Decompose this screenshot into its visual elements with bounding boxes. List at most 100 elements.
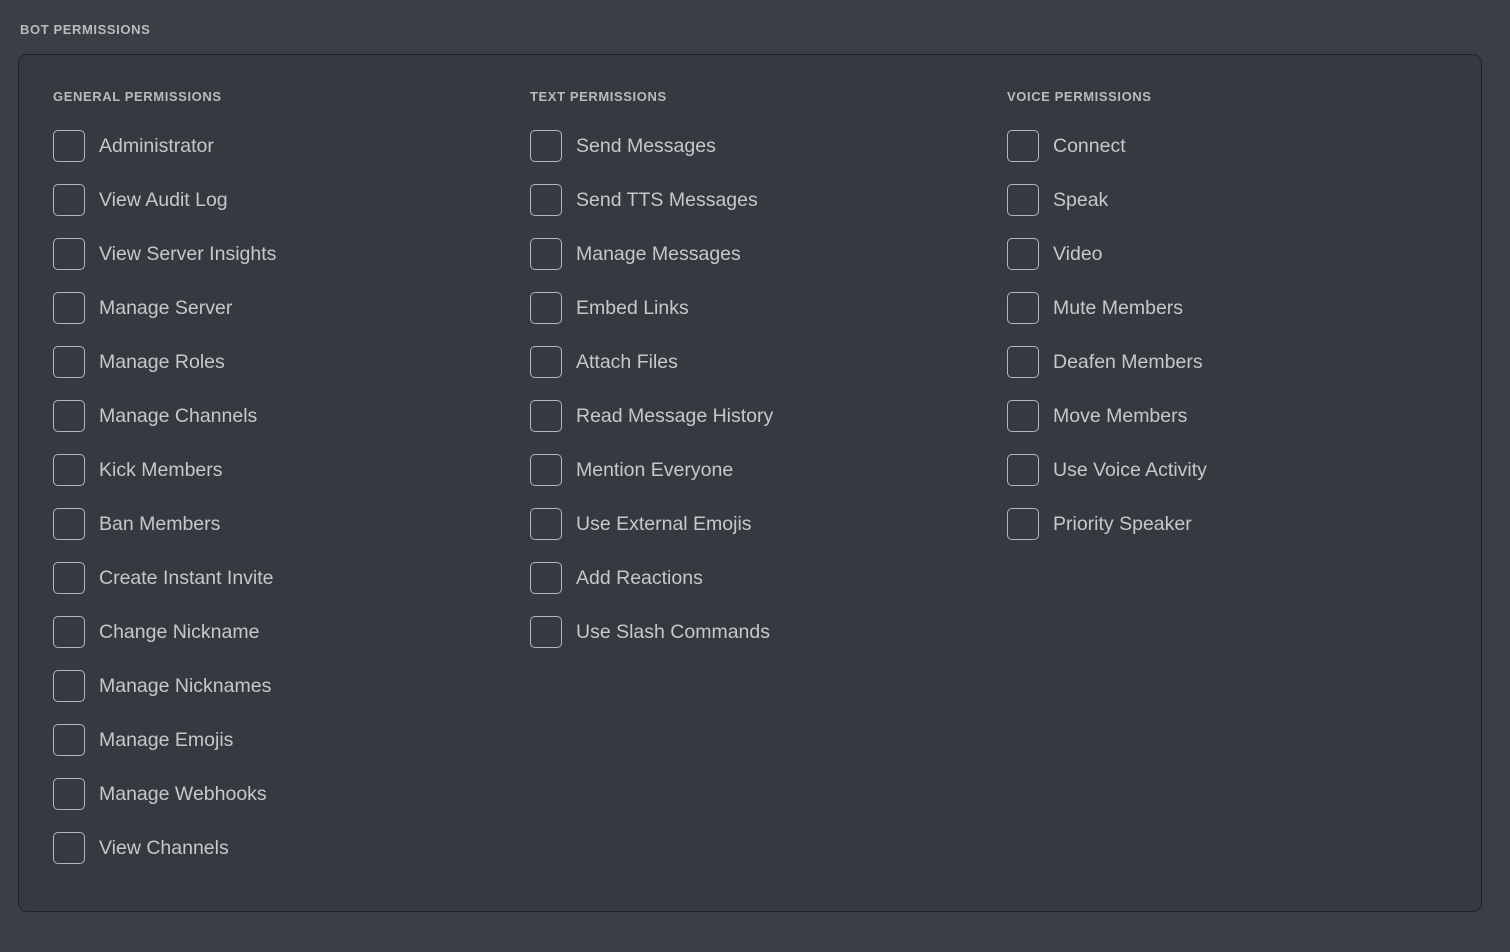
permission-label[interactable]: Attach Files — [576, 350, 678, 374]
permission-label[interactable]: Deafen Members — [1053, 350, 1203, 374]
checkbox-unchecked-icon[interactable] — [53, 508, 85, 540]
checkbox-unchecked-icon[interactable] — [53, 778, 85, 810]
bot-permissions-page: BOT PERMISSIONS GENERAL PERMISSIONS Admin… — [0, 0, 1510, 952]
checkbox-unchecked-icon[interactable] — [530, 130, 562, 162]
permission-row[interactable]: Attach Files — [530, 335, 990, 389]
checkbox-unchecked-icon[interactable] — [1007, 454, 1039, 486]
permission-row[interactable]: Deafen Members — [1007, 335, 1467, 389]
permission-label[interactable]: Create Instant Invite — [99, 566, 274, 590]
checkbox-unchecked-icon[interactable] — [1007, 400, 1039, 432]
permission-label[interactable]: Send Messages — [576, 134, 716, 158]
permission-row[interactable]: Video — [1007, 227, 1467, 281]
permission-row[interactable]: Mute Members — [1007, 281, 1467, 335]
permission-label[interactable]: Change Nickname — [99, 620, 259, 644]
permission-row[interactable]: Embed Links — [530, 281, 990, 335]
permission-label[interactable]: View Server Insights — [99, 242, 276, 266]
permission-label[interactable]: Mention Everyone — [576, 458, 733, 482]
permission-label[interactable]: Priority Speaker — [1053, 512, 1192, 536]
checkbox-unchecked-icon[interactable] — [530, 454, 562, 486]
checkbox-unchecked-icon[interactable] — [53, 832, 85, 864]
permission-label[interactable]: Mute Members — [1053, 296, 1183, 320]
permission-row[interactable]: Priority Speaker — [1007, 497, 1467, 551]
permission-row[interactable]: Read Message History — [530, 389, 990, 443]
permission-row[interactable]: Manage Messages — [530, 227, 990, 281]
permission-label[interactable]: Ban Members — [99, 512, 220, 536]
permission-label[interactable]: Video — [1053, 242, 1103, 266]
permission-label[interactable]: Manage Emojis — [99, 728, 233, 752]
permission-row[interactable]: Change Nickname — [53, 605, 513, 659]
permission-row[interactable]: Kick Members — [53, 443, 513, 497]
permission-label[interactable]: Manage Roles — [99, 350, 225, 374]
permission-row[interactable]: Add Reactions — [530, 551, 990, 605]
permission-label[interactable]: Use Slash Commands — [576, 620, 770, 644]
permission-label[interactable]: Embed Links — [576, 296, 689, 320]
checkbox-unchecked-icon[interactable] — [1007, 130, 1039, 162]
permission-row[interactable]: Send Messages — [530, 119, 990, 173]
checkbox-unchecked-icon[interactable] — [1007, 346, 1039, 378]
permission-label[interactable]: Manage Server — [99, 296, 232, 320]
permission-label[interactable]: Send TTS Messages — [576, 188, 758, 212]
checkbox-unchecked-icon[interactable] — [530, 508, 562, 540]
checkbox-unchecked-icon[interactable] — [1007, 184, 1039, 216]
checkbox-unchecked-icon[interactable] — [53, 562, 85, 594]
permission-label[interactable]: View Channels — [99, 836, 229, 860]
permission-row[interactable]: Manage Roles — [53, 335, 513, 389]
permission-label[interactable]: Use Voice Activity — [1053, 458, 1207, 482]
permission-row[interactable]: Use External Emojis — [530, 497, 990, 551]
permission-row[interactable]: Use Slash Commands — [530, 605, 990, 659]
checkbox-unchecked-icon[interactable] — [530, 562, 562, 594]
permission-label[interactable]: Move Members — [1053, 404, 1187, 428]
checkbox-unchecked-icon[interactable] — [530, 184, 562, 216]
permission-label[interactable]: Use External Emojis — [576, 512, 752, 536]
permission-row[interactable]: Use Voice Activity — [1007, 443, 1467, 497]
permission-label[interactable]: Manage Webhooks — [99, 782, 267, 806]
permission-row[interactable]: Administrator — [53, 119, 513, 173]
permission-row[interactable]: View Audit Log — [53, 173, 513, 227]
checkbox-unchecked-icon[interactable] — [53, 400, 85, 432]
permission-row[interactable]: Manage Server — [53, 281, 513, 335]
checkbox-unchecked-icon[interactable] — [53, 616, 85, 648]
checkbox-unchecked-icon[interactable] — [1007, 508, 1039, 540]
permission-row[interactable]: Speak — [1007, 173, 1467, 227]
permission-row[interactable]: Manage Emojis — [53, 713, 513, 767]
permission-row[interactable]: Connect — [1007, 119, 1467, 173]
permission-row[interactable]: Manage Channels — [53, 389, 513, 443]
checkbox-unchecked-icon[interactable] — [53, 292, 85, 324]
permission-column-title: GENERAL PERMISSIONS — [53, 89, 222, 104]
checkbox-unchecked-icon[interactable] — [530, 292, 562, 324]
permission-row[interactable]: Manage Nicknames — [53, 659, 513, 713]
permission-label[interactable]: Connect — [1053, 134, 1126, 158]
permission-label[interactable]: Manage Nicknames — [99, 674, 271, 698]
permission-row[interactable]: Mention Everyone — [530, 443, 990, 497]
checkbox-unchecked-icon[interactable] — [53, 670, 85, 702]
checkbox-unchecked-icon[interactable] — [53, 184, 85, 216]
permission-row[interactable]: Ban Members — [53, 497, 513, 551]
permission-label[interactable]: View Audit Log — [99, 188, 228, 212]
permission-label[interactable]: Administrator — [99, 134, 214, 158]
permission-row[interactable]: Move Members — [1007, 389, 1467, 443]
checkbox-unchecked-icon[interactable] — [530, 400, 562, 432]
checkbox-unchecked-icon[interactable] — [1007, 292, 1039, 324]
permission-label[interactable]: Read Message History — [576, 404, 773, 428]
permission-label[interactable]: Manage Messages — [576, 242, 741, 266]
permission-row[interactable]: View Channels — [53, 821, 513, 875]
checkbox-unchecked-icon[interactable] — [53, 346, 85, 378]
permission-label[interactable]: Kick Members — [99, 458, 223, 482]
checkbox-unchecked-icon[interactable] — [53, 238, 85, 270]
checkbox-unchecked-icon[interactable] — [530, 238, 562, 270]
checkbox-unchecked-icon[interactable] — [53, 724, 85, 756]
checkbox-unchecked-icon[interactable] — [53, 454, 85, 486]
checkbox-unchecked-icon[interactable] — [53, 130, 85, 162]
permission-row[interactable]: Send TTS Messages — [530, 173, 990, 227]
permission-label[interactable]: Add Reactions — [576, 566, 703, 590]
bot-permissions-section-label: BOT PERMISSIONS — [20, 22, 151, 37]
permission-column-title: VOICE PERMISSIONS — [1007, 89, 1152, 104]
permission-row[interactable]: Create Instant Invite — [53, 551, 513, 605]
permission-label[interactable]: Speak — [1053, 188, 1108, 212]
checkbox-unchecked-icon[interactable] — [1007, 238, 1039, 270]
checkbox-unchecked-icon[interactable] — [530, 346, 562, 378]
permission-label[interactable]: Manage Channels — [99, 404, 257, 428]
permission-row[interactable]: View Server Insights — [53, 227, 513, 281]
permission-row[interactable]: Manage Webhooks — [53, 767, 513, 821]
checkbox-unchecked-icon[interactable] — [530, 616, 562, 648]
